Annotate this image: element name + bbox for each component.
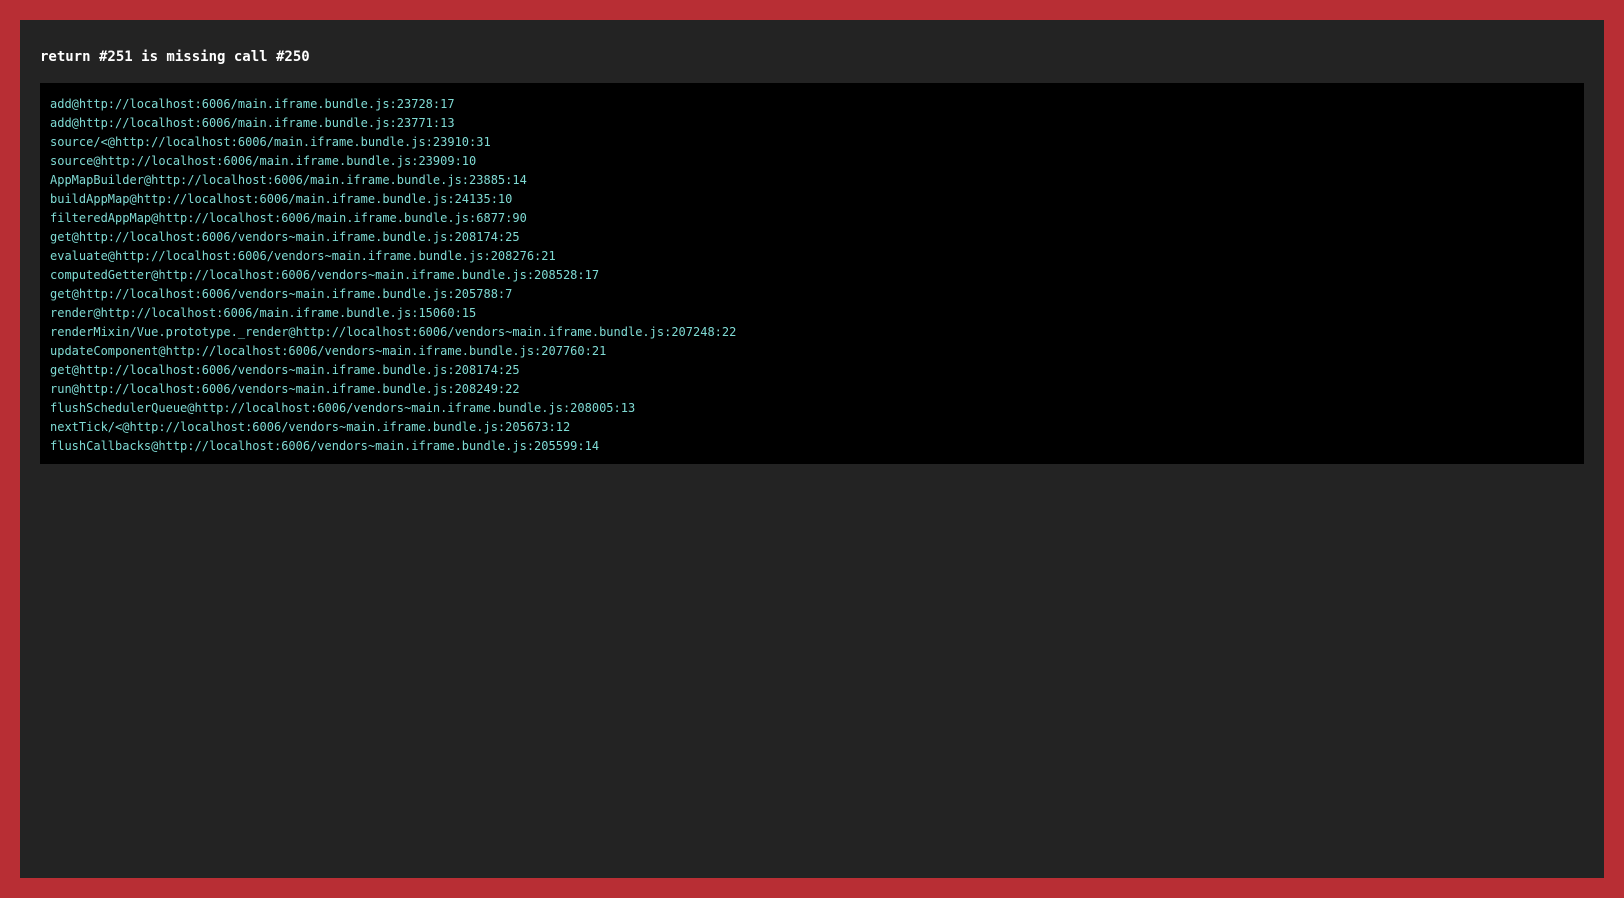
stack-frame: evaluate@http://localhost:6006/vendors~m… xyxy=(50,249,556,263)
stack-frame: flushCallbacks@http://localhost:6006/ven… xyxy=(50,439,600,453)
stack-frame: flushSchedulerQueue@http://localhost:600… xyxy=(50,401,636,415)
error-message-title: return #251 is missing call #250 xyxy=(40,49,310,65)
stack-frame: source/<@http://localhost:6006/main.ifra… xyxy=(50,135,491,149)
stack-frame: add@http://localhost:6006/main.iframe.bu… xyxy=(50,97,455,111)
error-overlay-panel: return #251 is missing call #250 add@htt… xyxy=(20,20,1604,878)
stack-trace: add@http://localhost:6006/main.iframe.bu… xyxy=(40,83,1584,464)
stack-frame: get@http://localhost:6006/vendors~main.i… xyxy=(50,230,520,244)
stack-frame: get@http://localhost:6006/vendors~main.i… xyxy=(50,363,520,377)
stack-frame: renderMixin/Vue.prototype._render@http:/… xyxy=(50,325,737,339)
stack-frame: add@http://localhost:6006/main.iframe.bu… xyxy=(50,116,455,130)
stack-frame: updateComponent@http://localhost:6006/ve… xyxy=(50,344,607,358)
stack-frame: buildAppMap@http://localhost:6006/main.i… xyxy=(50,192,513,206)
stack-frame: run@http://localhost:6006/vendors~main.i… xyxy=(50,382,520,396)
stack-frame: computedGetter@http://localhost:6006/ven… xyxy=(50,268,600,282)
stack-frame: AppMapBuilder@http://localhost:6006/main… xyxy=(50,173,527,187)
stack-frame: filteredAppMap@http://localhost:6006/mai… xyxy=(50,211,527,225)
stack-frame: render@http://localhost:6006/main.iframe… xyxy=(50,306,477,320)
stack-frame: get@http://localhost:6006/vendors~main.i… xyxy=(50,287,513,301)
stack-frame: source@http://localhost:6006/main.iframe… xyxy=(50,154,477,168)
stack-frame: nextTick/<@http://localhost:6006/vendors… xyxy=(50,420,571,434)
